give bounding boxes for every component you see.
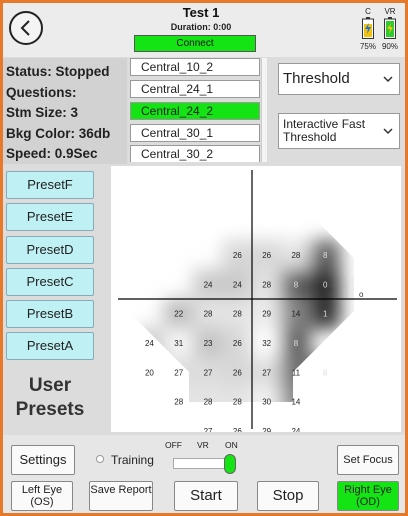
- bottom-controls: Settings Training OFF VR ON Set Focus Le…: [3, 435, 405, 513]
- vr-off-label: OFF: [165, 440, 182, 450]
- threshold-label: 27: [174, 368, 183, 377]
- mode-dropdown[interactable]: Interactive Fast Threshold: [278, 113, 400, 149]
- threshold-label: 22: [174, 310, 183, 319]
- controller-battery-percent: 75%: [359, 42, 376, 51]
- battery-icon: [384, 17, 396, 39]
- speed-text: Speed: 0.9Sec: [6, 146, 98, 161]
- threshold-label: 26: [233, 427, 242, 432]
- threshold-label: 28: [174, 398, 183, 407]
- connect-button[interactable]: Connect: [134, 35, 256, 52]
- threshold-label: 27: [204, 427, 213, 432]
- preset-c-button[interactable]: PresetC: [6, 268, 94, 296]
- threshold-label: 24: [291, 427, 300, 432]
- chevron-left-icon: [20, 20, 30, 36]
- mode-dropdown-value: Interactive Fast Threshold: [283, 117, 366, 144]
- threshold-label: 31: [174, 339, 183, 348]
- vr-battery: VR 90%: [378, 7, 402, 51]
- threshold-label: 24: [204, 280, 213, 289]
- controller-battery-label: C: [365, 7, 371, 16]
- preset-b-button[interactable]: PresetB: [6, 300, 94, 328]
- threshold-label: 28: [262, 280, 271, 289]
- threshold-label: 26: [262, 251, 271, 260]
- blind-spot-marker: o: [359, 290, 364, 299]
- test-list[interactable]: Central_10_2 Central_24_1 Central_24_2 C…: [130, 56, 268, 162]
- threshold-label: 14: [291, 398, 300, 407]
- test-item-central-10-2[interactable]: Central_10_2: [130, 58, 260, 76]
- test-item-central-30-2[interactable]: Central_30_2: [130, 145, 260, 162]
- vr-battery-label: VR: [384, 7, 396, 16]
- threshold-label: 24: [233, 280, 242, 289]
- threshold-label: 11: [292, 368, 301, 377]
- threshold-label: 28: [204, 310, 213, 319]
- status-text: Status: Stopped: [6, 64, 110, 79]
- preset-d-button[interactable]: PresetD: [6, 236, 94, 264]
- threshold-label: 29: [262, 310, 271, 319]
- battery-icon: [362, 17, 374, 39]
- questions-text: Questions:: [6, 84, 77, 100]
- threshold-label: 8: [294, 339, 299, 348]
- threshold-label: 30: [262, 398, 271, 407]
- threshold-label: 28: [204, 398, 213, 407]
- status-panel: Status: Stopped Questions: Stm Size: 3 B…: [3, 58, 127, 164]
- vr-label: VR: [197, 440, 209, 450]
- threshold-label: 28: [291, 251, 300, 260]
- save-report-button[interactable]: Save Report: [89, 481, 153, 511]
- threshold-label: 27: [204, 368, 213, 377]
- threshold-label: 26: [233, 339, 242, 348]
- threshold-label: 32: [262, 339, 271, 348]
- threshold-label: 14: [291, 310, 300, 319]
- start-button[interactable]: Start: [174, 481, 238, 511]
- strategy-dropdown[interactable]: Threshold: [278, 63, 400, 95]
- settings-button[interactable]: Settings: [11, 445, 75, 475]
- vr-toggle-handle[interactable]: [224, 454, 236, 474]
- training-checkbox[interactable]: [96, 455, 104, 463]
- test-title: Test 1: [182, 5, 220, 20]
- chevron-down-icon: [383, 128, 393, 135]
- vr-on-label: ON: [225, 440, 238, 450]
- duration-label: Duration: 0:00: [170, 22, 232, 32]
- threshold-label: 23: [204, 339, 213, 348]
- training-label: Training: [111, 453, 154, 467]
- test-item-central-30-1[interactable]: Central_30_1: [130, 124, 260, 142]
- user-presets-label: User Presets: [15, 375, 85, 420]
- back-button[interactable]: [9, 11, 43, 45]
- stim-size-text: Stm Size: 3: [6, 105, 79, 120]
- set-focus-button[interactable]: Set Focus: [337, 445, 399, 475]
- threshold-label: 20: [145, 368, 154, 377]
- strategy-dropdown-value: Threshold: [283, 70, 350, 87]
- visual-field-chart: 26 26 28 8 24 24 28 8 0 22 28 28 29 14 1 24 31 23 26 32 8 20 2…: [111, 166, 401, 494]
- threshold-label: 26: [233, 368, 242, 377]
- threshold-label: 8: [294, 280, 299, 289]
- test-list-scrollbar[interactable]: [261, 58, 267, 162]
- test-item-central-24-1[interactable]: Central_24_1: [130, 80, 260, 98]
- left-eye-button[interactable]: Left Eye (OS): [11, 481, 73, 511]
- chevron-down-icon: [383, 76, 393, 83]
- vr-battery-percent: 90%: [381, 42, 398, 51]
- threshold-label: 28: [233, 398, 242, 407]
- app-frame: Test 1 Duration: 0:00 Connect C 75% VR 9…: [3, 3, 405, 513]
- bkg-color-text: Bkg Color: 36db: [6, 125, 111, 141]
- controller-battery: C 75%: [356, 7, 380, 51]
- threshold-label: 28: [233, 310, 242, 319]
- threshold-label: 0: [323, 280, 328, 289]
- threshold-label: 27: [262, 368, 271, 377]
- threshold-label: 29: [262, 427, 271, 432]
- preset-f-button[interactable]: PresetF: [6, 171, 94, 199]
- preset-a-button[interactable]: PresetA: [6, 332, 94, 360]
- threshold-label: 26: [233, 251, 242, 260]
- right-eye-button[interactable]: Right Eye (OD): [337, 481, 399, 511]
- test-item-central-24-2[interactable]: Central_24_2: [130, 102, 260, 120]
- top-bar: Test 1 Duration: 0:00 Connect C 75% VR 9…: [3, 3, 405, 57]
- stop-button[interactable]: Stop: [257, 481, 319, 511]
- threshold-label: 1: [323, 310, 328, 319]
- visual-field-svg: 26 26 28 8 24 24 28 8 0 22 28 28 29 14 1 24 31 23 26 32 8 20 2…: [118, 170, 397, 494]
- threshold-label: 8: [323, 368, 328, 377]
- threshold-label: 8: [323, 251, 328, 260]
- threshold-label: 24: [145, 339, 154, 348]
- preset-e-button[interactable]: PresetE: [6, 203, 94, 231]
